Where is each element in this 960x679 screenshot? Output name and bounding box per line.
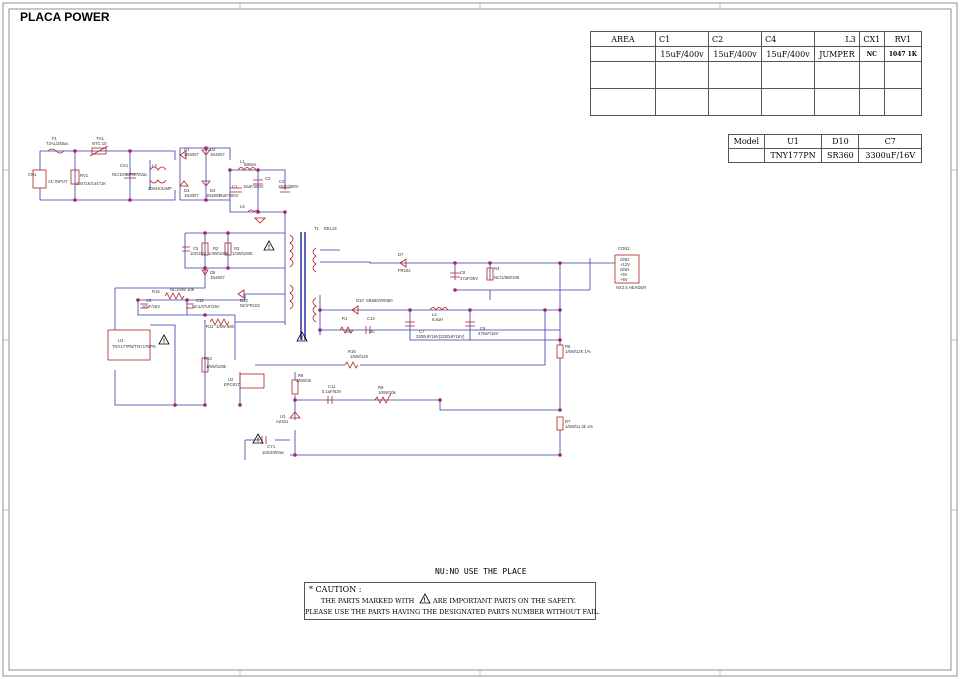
svg-text:1/6W/1k: 1/6W/1k [296,378,312,383]
svg-text:C12: C12 [196,298,204,303]
svg-text:C6: C6 [146,298,152,303]
svg-text:R13: R13 [204,356,212,361]
svg-text:EPC817: EPC817 [224,382,240,387]
svg-text:TNY177PN/TNY178PN: TNY177PN/TNY178PN [112,344,156,349]
components [32,145,640,444]
svg-text:D10: D10 [356,298,364,303]
svg-text:!: ! [163,339,165,345]
caution-title: * CAUTION : [309,585,362,594]
svg-text:NC1/47uF/25V: NC1/47uF/25V [192,304,220,309]
svg-text:1N4007: 1N4007 [210,275,225,280]
svg-text:T1: T1 [314,226,320,231]
svg-text:CY1: CY1 [267,444,276,449]
diode-d3 [179,180,189,187]
svg-text:R15: R15 [152,289,160,294]
svg-text:1/4W/100K: 1/4W/100K [208,251,229,256]
svg-text:102/400Vac: 102/400Vac [262,450,284,455]
svg-text:15uF/400V: 15uF/400V [243,184,264,189]
svg-text:NC: NC [346,329,352,334]
svg-text:SB560/SR360: SB560/SR360 [366,298,393,303]
svg-text:C14: C14 [367,316,375,321]
resistor-r7 [556,416,564,431]
choke-l3 [149,166,167,184]
svg-text:20mH/JUMP: 20mH/JUMP [148,186,172,191]
svg-text:1N4007: 1N4007 [184,152,199,157]
svg-text:FR102: FR102 [398,268,411,273]
svg-text:R11: R11 [206,324,214,329]
svg-text:U1: U1 [118,338,124,343]
svg-text:C8: C8 [460,270,466,275]
svg-text:RV1: RV1 [80,173,89,178]
svg-text:R1: R1 [342,316,348,321]
caution-line-2: PLEASE USE THE PARTS HAVING THE DESIGNAT… [305,608,601,616]
svg-text:NC/FR102: NC/FR102 [240,303,260,308]
resistor-r15 [164,292,185,300]
wires [39,147,615,460]
svg-text:L3: L3 [152,163,157,168]
resistor-r16 [344,361,359,369]
svg-text:EEL19: EEL19 [324,226,337,231]
svg-text:+5V: +5V [620,277,628,282]
svg-text:3300uF/16V(2200uF/16V): 3300uF/16V(2200uF/16V) [416,334,465,339]
svg-text:470uF/16V: 470uF/16V [478,331,499,336]
svg-text:D7: D7 [398,252,404,257]
nu-note: NU:NO USE THE PLACE [435,567,527,576]
svg-text:10471K/14471K: 10471K/14471K [76,181,106,186]
caution-box: * CAUTION : THE PARTS MARKED WITH ! ARE … [304,582,600,620]
component-labels: F1T2AL/250ac TH1NTC 10 CN1AC INPUT RV110… [28,136,646,455]
transformer-t1 [289,232,317,340]
resistor-r9 [374,393,392,404]
schematic-sheet: PLACA POWER AREA C1 C2 C4 L3 CX1 RV1 15u… [0,0,960,679]
svg-text:1/6W/120: 1/6W/120 [350,354,369,359]
svg-text:1/6W 680: 1/6W 680 [216,324,235,329]
resistor-r6 [556,344,564,359]
svg-text:C2: C2 [265,176,271,181]
svg-text:10uF/16V: 10uF/16V [142,304,160,309]
svg-text:CON2: CON2 [618,246,630,251]
svg-text:1/6W/11.3k 1%: 1/6W/11.3k 1% [565,424,593,429]
warning-icon: ! [419,593,431,604]
svg-text:0.1uF/63V: 0.1uF/63V [322,389,342,394]
svg-text:!: ! [424,598,426,604]
svg-text:NC/1/6W/10K: NC/1/6W/10K [494,275,520,280]
svg-text:1/6W/10k: 1/6W/10k [378,390,397,395]
svg-text:CN1: CN1 [28,172,37,177]
svg-text:!: ! [301,336,303,342]
capacitor-c5 [182,246,190,252]
svg-text:L6: L6 [240,204,245,209]
svg-text:680uH: 680uH [244,162,256,167]
svg-text:R4: R4 [494,266,500,271]
svg-text:NC/10.1uF/275Vac: NC/10.1uF/275Vac [112,172,147,177]
svg-text:AZ431: AZ431 [276,419,289,424]
svg-text:1/6W/100k: 1/6W/100k [206,364,227,369]
svg-text:1/6W/12K 1%: 1/6W/12K 1% [565,349,591,354]
ground-symbol [254,217,266,224]
svg-text:15uF/400V: 15uF/400V [218,193,239,198]
svg-text:!: ! [268,245,270,251]
svg-text:47uF/25V: 47uF/25V [460,276,478,281]
svg-text:!: ! [257,438,259,444]
svg-text:6.8uH: 6.8uH [432,317,443,322]
svg-text:T2AL/250ac: T2AL/250ac [46,141,69,146]
optocoupler-u2 [239,373,265,389]
svg-text:NC: NC [369,329,375,334]
svg-text:C1: C1 [232,184,238,189]
caution-line-1a: THE PARTS MARKED WITH [321,597,415,605]
diode-d13 [237,289,245,299]
svg-text:NC1/6W 10K: NC1/6W 10K [170,287,195,292]
circuit-drawing: !!!! F1T2AL/250ac TH1NTC 10 CN1AC INPUT … [2,2,958,677]
svg-text:102/1KV: 102/1KV [190,251,206,256]
svg-text:NX2.5 HEADER: NX2.5 HEADER [616,285,646,290]
svg-text:1N4007: 1N4007 [210,152,225,157]
svg-text:15uF/400V: 15uF/400V [278,184,299,189]
svg-text:NTC 10: NTC 10 [92,141,107,146]
svg-text:1/4W/100K: 1/4W/100K [232,251,253,256]
svg-text:CX1: CX1 [120,163,129,168]
caution-line-1b: ARE IMPORTANT PARTS ON THE SAFETY. [433,597,577,605]
svg-text:AC INPUT: AC INPUT [48,179,68,184]
svg-text:1N4007: 1N4007 [184,193,199,198]
